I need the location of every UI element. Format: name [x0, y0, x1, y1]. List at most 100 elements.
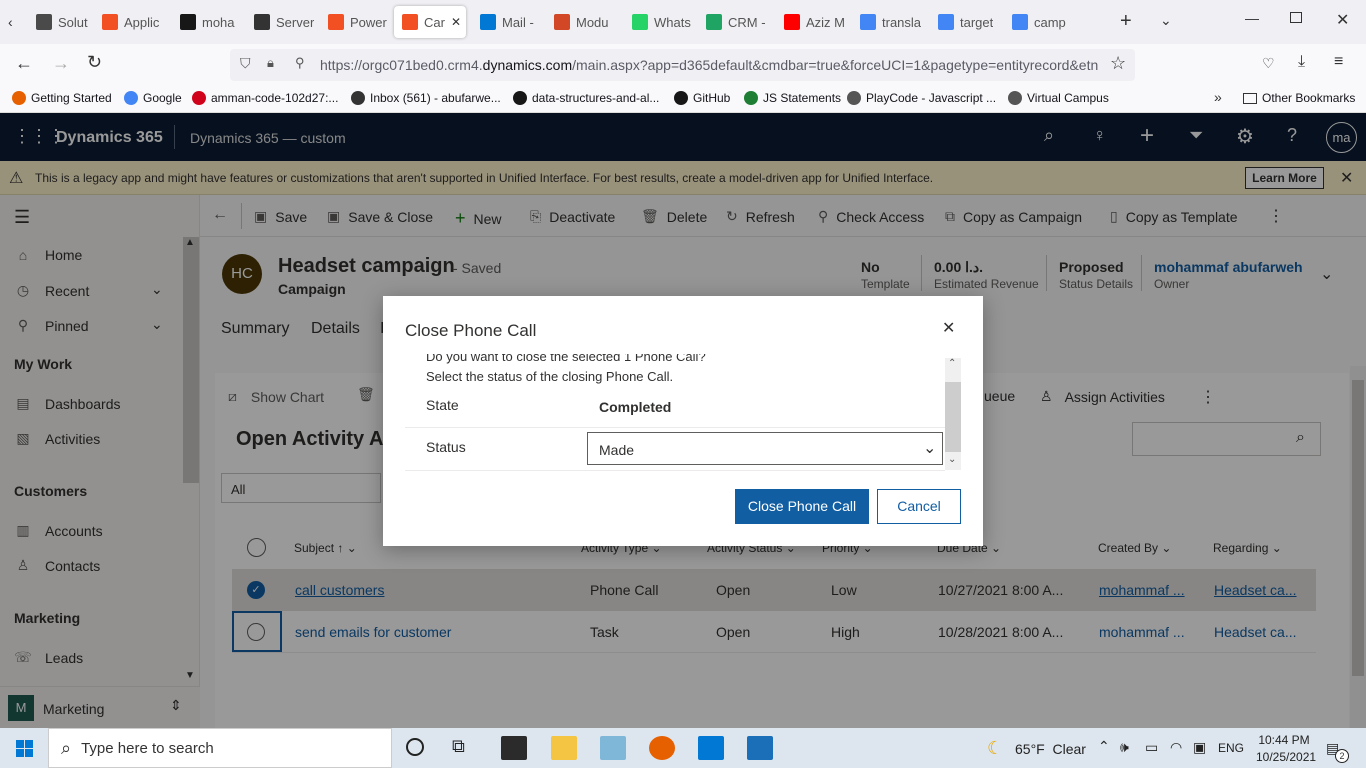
other-bookmarks[interactable]: Other Bookmarks: [1243, 91, 1355, 105]
more-bookmarks-icon[interactable]: »: [1214, 89, 1222, 105]
new-tab-icon[interactable]: +: [1120, 10, 1132, 33]
notepad-icon[interactable]: [600, 736, 626, 760]
browser-tab[interactable]: transla: [852, 6, 924, 38]
browser-tab[interactable]: Applic: [94, 6, 166, 38]
vscode-icon[interactable]: [698, 736, 724, 760]
taskbar-search-box[interactable]: ⌕ Type here to search: [48, 728, 392, 768]
dialog-scrollbar[interactable]: ⌃ ⌄: [945, 358, 961, 470]
cancel-button[interactable]: Cancel: [877, 489, 961, 524]
tab-favicon-icon: [102, 14, 118, 30]
scroll-up-icon[interactable]: ⌃: [948, 358, 956, 369]
url-text[interactable]: https://orgc071bed0.crm4.dynamics.com/ma…: [320, 57, 1105, 73]
maximize-icon[interactable]: [1290, 12, 1302, 23]
battery-icon[interactable]: ▭: [1145, 739, 1158, 756]
back-icon[interactable]: ←: [15, 53, 33, 74]
tab-label: Soluti: [58, 14, 88, 30]
dialog-title: Close Phone Call: [405, 321, 537, 340]
reload-icon[interactable]: ↻: [87, 52, 102, 73]
task-view-icon[interactable]: ⧉: [452, 736, 465, 757]
tray-expand-icon[interactable]: ⌃: [1098, 738, 1110, 755]
minimize-icon[interactable]: —: [1245, 10, 1259, 26]
browser-tab[interactable]: target: [930, 6, 998, 38]
bookmark-favicon-icon: [192, 91, 206, 105]
weather-text[interactable]: 65°F Clear: [1015, 741, 1086, 757]
bookmark-item[interactable]: GitHub: [674, 91, 730, 105]
taskbar-search-placeholder: Type here to search: [81, 739, 214, 757]
browser-tab[interactable]: Soluti: [28, 6, 88, 38]
weather-moon-icon[interactable]: ☾: [987, 738, 1003, 759]
permissions-icon[interactable]: ⚲: [295, 55, 305, 71]
tab-favicon-icon: [1012, 14, 1028, 30]
chevron-down-icon: ⌄: [923, 440, 937, 457]
bookmark-item[interactable]: Google: [124, 91, 182, 105]
bookmark-item[interactable]: Getting Started: [12, 91, 112, 105]
list-tabs-icon[interactable]: ⌄: [1160, 12, 1172, 29]
browser-tab[interactable]: moha: [172, 6, 240, 38]
dialog-scroll-thumb[interactable]: [945, 382, 961, 452]
browser-tab[interactable]: Modu: [546, 6, 618, 38]
forward-icon[interactable]: →: [52, 53, 70, 74]
bookmark-favicon-icon: [1008, 91, 1022, 105]
scroll-down-icon[interactable]: ⌄: [948, 454, 956, 465]
bookmark-item[interactable]: PlayCode - Javascript ...: [847, 91, 996, 105]
browser-tab[interactable]: Whats: [624, 6, 692, 38]
close-phone-call-dialog: Close Phone Call ✕ Do you want to close …: [383, 296, 983, 546]
bookmark-item[interactable]: JS Statements: [744, 91, 841, 105]
tab-favicon-icon: [860, 14, 876, 30]
shield-icon[interactable]: ⛉: [240, 55, 251, 72]
bookmark-item[interactable]: amman-code-102d27:...: [192, 91, 338, 105]
browser-tab[interactable]: camp: [1004, 6, 1086, 38]
row-divider: [405, 470, 945, 471]
firefox-icon[interactable]: [649, 736, 675, 760]
tab-label: camp: [1034, 14, 1066, 30]
tab-label: Applic: [124, 14, 160, 30]
speaker-icon[interactable]: 🕪︎: [1120, 739, 1129, 756]
tab-favicon-icon: [254, 14, 270, 30]
close-phone-call-button[interactable]: Close Phone Call: [735, 489, 869, 524]
downloads-icon[interactable]: ⤓: [1298, 53, 1305, 71]
browser-tab[interactable]: Server: [246, 6, 314, 38]
state-label: State: [426, 397, 459, 413]
media-app-icon[interactable]: [747, 736, 773, 760]
bookmark-label: amman-code-102d27:...: [211, 91, 339, 105]
language-indicator[interactable]: ENG: [1218, 741, 1244, 755]
tab-favicon-icon: [402, 14, 418, 30]
wifi-icon[interactable]: ◠: [1170, 739, 1182, 756]
tab-list-back-icon[interactable]: ‹: [8, 14, 13, 30]
cortana-icon[interactable]: [406, 738, 424, 756]
lock-icon[interactable]: 🔒︎: [267, 55, 274, 71]
pocket-icon[interactable]: ♡: [1262, 55, 1275, 72]
dialog-instruction: Select the status of the closing Phone C…: [426, 369, 674, 384]
status-label: Status: [426, 439, 466, 455]
terminal-icon[interactable]: [501, 736, 527, 760]
status-select[interactable]: Made ⌄: [587, 432, 943, 465]
state-value: Completed: [599, 399, 672, 415]
bookmark-item[interactable]: Inbox (561) - abufarwe...: [351, 91, 501, 105]
bookmark-star-icon[interactable]: ☆: [1110, 53, 1126, 74]
bookmark-item[interactable]: data-structures-and-al...: [513, 91, 659, 105]
tab-favicon-icon: [938, 14, 954, 30]
file-explorer-icon[interactable]: [551, 736, 577, 760]
status-select-value: Made: [599, 442, 635, 458]
app-menu-icon[interactable]: ≡: [1334, 53, 1343, 71]
tab-favicon-icon: [328, 14, 344, 30]
tab-label: transla: [882, 14, 922, 30]
clock[interactable]: 10:44 PM 10/25/2021: [1256, 733, 1316, 764]
bookmark-favicon-icon: [744, 91, 758, 105]
browser-tab[interactable]: CRM -: [698, 6, 770, 38]
tab-close-icon[interactable]: ✕: [451, 15, 461, 29]
clock-time: 10:44 PM: [1258, 733, 1310, 747]
bookmark-label: Getting Started: [31, 91, 112, 105]
browser-tab[interactable]: Aziz M: [776, 6, 846, 38]
folder-icon: [1243, 92, 1257, 104]
browser-tab[interactable]: Car ✕: [394, 6, 466, 38]
browser-tab[interactable]: Power: [320, 6, 388, 38]
bookmark-item[interactable]: Virtual Campus: [1008, 91, 1109, 105]
window-close-icon[interactable]: ✕: [1336, 10, 1349, 30]
browser-tab[interactable]: Mail -: [472, 6, 540, 38]
dialog-question: Do you want to close the selected 1 Phon…: [426, 354, 706, 364]
windows-start-icon[interactable]: [16, 740, 33, 757]
network-icon[interactable]: ▣: [1193, 739, 1206, 756]
dialog-close-icon[interactable]: ✕: [942, 318, 955, 338]
notification-count-badge: 2: [1335, 749, 1349, 763]
